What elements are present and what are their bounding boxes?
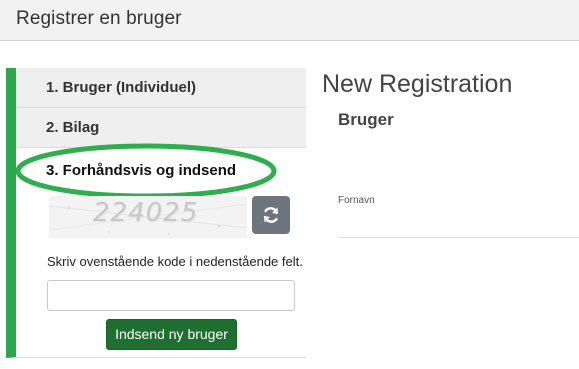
captcha-instruction: Skriv ovenstående kode i nedenstående fe…	[47, 254, 303, 269]
step-2-tab[interactable]: 2. Bilag	[16, 108, 306, 148]
captcha-refresh-button[interactable]	[252, 196, 290, 234]
submit-new-user-button[interactable]: Indsend ny bruger	[106, 319, 237, 350]
page-header: Registrer en bruger	[0, 0, 579, 41]
step-2-label: 2. Bilag	[46, 119, 100, 136]
header-title: Registrer en bruger	[16, 8, 182, 29]
first-name-field[interactable]	[338, 237, 579, 238]
refresh-icon	[263, 207, 279, 223]
captcha-code: 224025	[93, 198, 199, 228]
step-3-label: 3. Forhåndsvis og indsend	[46, 162, 237, 179]
step-1-label: 1. Bruger (Individuel)	[46, 79, 197, 96]
captcha-code-input[interactable]	[47, 280, 295, 311]
section-title: Bruger	[338, 110, 394, 129]
first-name-label: Fornavn	[338, 195, 375, 206]
step-1-tab[interactable]: 1. Bruger (Individuel)	[16, 68, 306, 108]
page-title: New Registration	[322, 70, 513, 98]
captcha-image: 224025	[49, 196, 247, 238]
step-3-tab[interactable]: 3. Forhåndsvis og indsend	[16, 148, 306, 188]
